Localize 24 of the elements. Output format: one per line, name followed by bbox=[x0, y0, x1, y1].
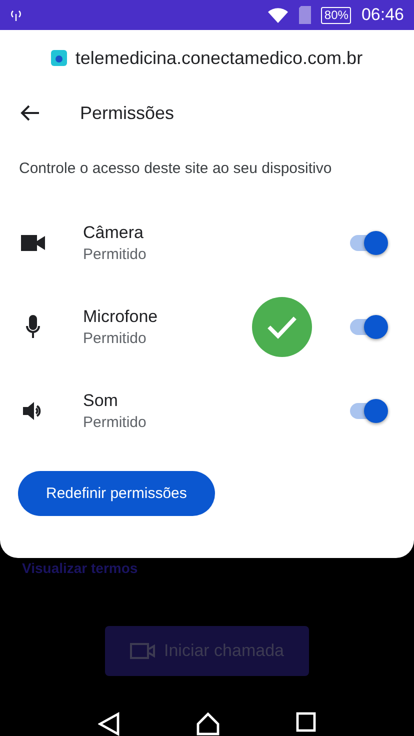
back-arrow-icon[interactable] bbox=[20, 104, 40, 122]
video-camera-icon bbox=[130, 642, 156, 660]
permission-name: Som bbox=[83, 391, 119, 411]
permission-name: Câmera bbox=[83, 223, 144, 243]
microphone-icon bbox=[25, 315, 41, 339]
back-icon[interactable] bbox=[98, 712, 120, 736]
home-icon[interactable] bbox=[196, 712, 220, 736]
permission-status: Permitido bbox=[83, 330, 148, 347]
battery-level: 80% bbox=[321, 6, 352, 24]
site-favicon-icon bbox=[51, 50, 68, 66]
recents-icon[interactable] bbox=[296, 712, 316, 732]
permission-status: Permitido bbox=[83, 246, 148, 263]
description-text: Controle o acesso deste site ao seu dispositivo bbox=[19, 160, 333, 177]
signal-icon bbox=[10, 9, 22, 21]
page-title: Permissões bbox=[80, 102, 174, 124]
permission-status: Permitido bbox=[83, 414, 148, 431]
clock-time: 06:46 bbox=[361, 5, 404, 25]
reset-permissions-button[interactable]: Redefinir permissões bbox=[18, 471, 215, 516]
wifi-icon bbox=[267, 6, 290, 24]
site-url: telemedicina.conectamedico.com.br bbox=[75, 48, 363, 68]
view-terms-link[interactable]: Visualizar termos bbox=[22, 560, 414, 576]
sim-alert-icon bbox=[299, 6, 312, 24]
permission-name: Microfone bbox=[83, 307, 159, 327]
video-camera-icon bbox=[20, 234, 46, 252]
